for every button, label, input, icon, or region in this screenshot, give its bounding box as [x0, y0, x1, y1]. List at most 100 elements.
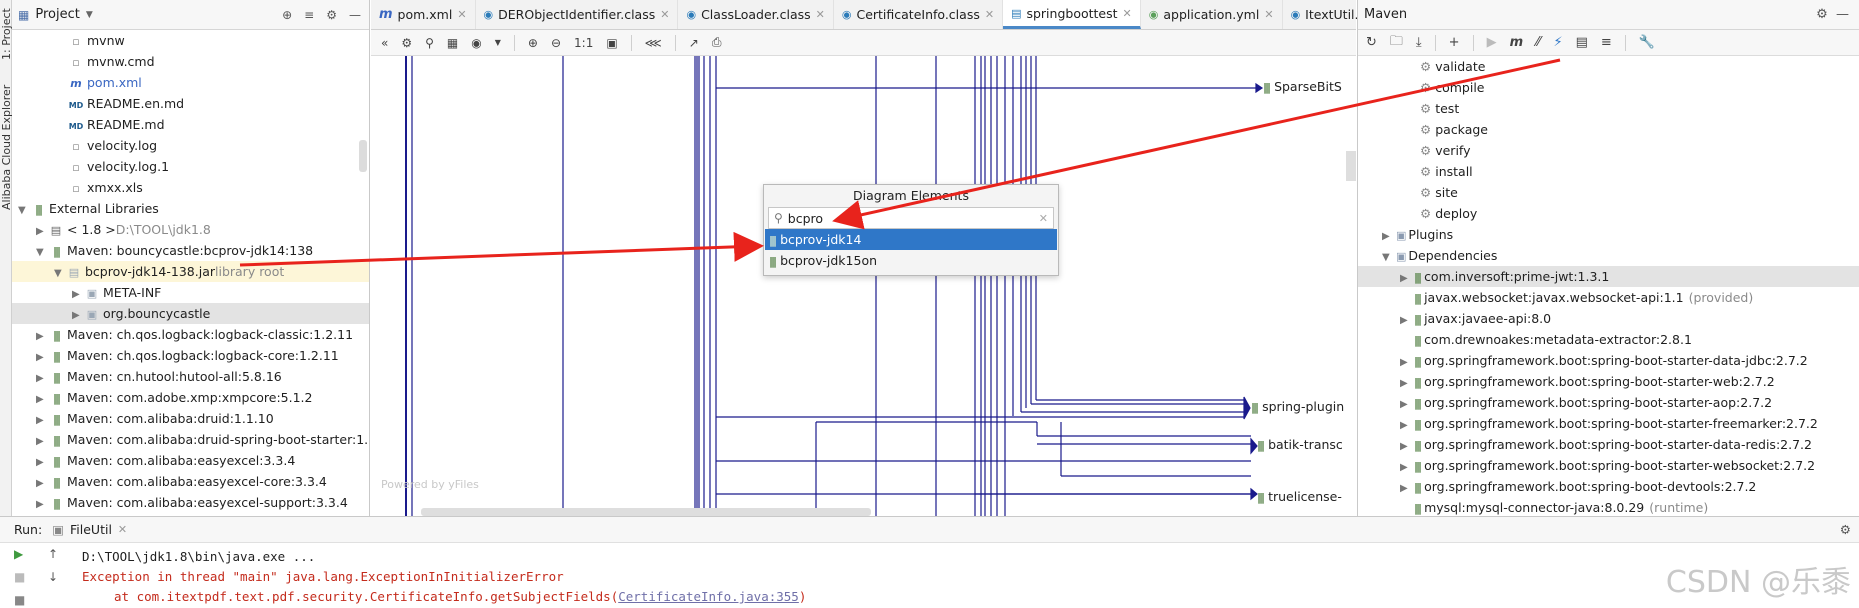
chevron-down-icon[interactable]: ▼ — [54, 263, 66, 284]
maven-dependency-item[interactable]: ▶ ||| org.springframework.boot:spring-boot… — [1358, 413, 1859, 434]
chevron-right-icon[interactable]: ▶ — [36, 431, 48, 452]
diagram-canvas[interactable]: ||| SparseBitS ||| spring-plugin ||| batik-… — [371, 56, 1356, 516]
project-tree-item[interactable]: ▶ ▣ org.bouncycastle — [12, 303, 369, 324]
maven-dependencies-node[interactable]: ▼ ▣ Dependencies — [1358, 245, 1859, 266]
share-icon[interactable]: ⋘ — [645, 36, 662, 50]
project-panel-title[interactable]: Project — [35, 7, 79, 22]
editor-tab[interactable]: ◉ DERObjectIdentifier.class ✕ — [476, 0, 679, 29]
close-icon[interactable]: ✕ — [1264, 8, 1273, 21]
close-icon[interactable]: ✕ — [1123, 7, 1132, 20]
hierarchy-icon[interactable]: ⚙ — [401, 36, 412, 50]
maven-dependency-item[interactable]: ▶ ||| org.springframework.boot:spring-boot… — [1358, 371, 1859, 392]
arrow-up-icon[interactable]: ↑ — [48, 547, 58, 561]
actual-size-icon[interactable]: 1:1 — [574, 36, 593, 50]
chevron-right-icon[interactable]: ▶ — [1400, 373, 1414, 394]
gear-icon[interactable]: ⚙ — [326, 8, 337, 22]
clear-icon[interactable]: ✕ — [1039, 212, 1048, 225]
restore-layout-icon[interactable]: ■ — [14, 593, 25, 607]
chevron-right-icon[interactable]: ▶ — [36, 347, 48, 368]
project-tree-item[interactable]: ▫ mvnw.cmd — [12, 51, 369, 72]
chevron-right-icon[interactable]: ▶ — [1400, 310, 1414, 331]
chevron-down-icon[interactable]: ▼ — [18, 200, 30, 221]
project-tree-item[interactable]: ▶ ||| Maven: ch.qos.logback:logback-core:1… — [12, 345, 369, 366]
project-tree-item[interactable]: ▼ ||| Maven: bouncycastle:bcprov-jdk14:138 — [12, 240, 369, 261]
chevron-right-icon[interactable]: ▶ — [1382, 226, 1396, 247]
project-tree-item[interactable]: MD README.md — [12, 114, 369, 135]
project-tree-item[interactable]: ▶ ||| Maven: com.alibaba:druid:1.1.10 — [12, 408, 369, 429]
zoom-out-icon[interactable]: ⊖ — [551, 36, 561, 50]
maven-goal-icon[interactable]: m — [1510, 35, 1524, 50]
chevron-right-icon[interactable]: ▶ — [1400, 268, 1414, 289]
zoom-in-icon[interactable]: ⊕ — [528, 36, 538, 50]
diagram-node[interactable]: ||| truelicense- — [1257, 489, 1342, 504]
project-tree-item[interactable]: ▫ mvnw — [12, 30, 369, 51]
chevron-down-icon[interactable]: ▼ — [36, 242, 48, 263]
editor-tab[interactable]: ◉ application.yml ✕ — [1141, 0, 1283, 29]
skip-tests-icon[interactable]: ⚡ — [1553, 35, 1562, 50]
chevron-down-icon[interactable]: ▼ — [495, 38, 501, 47]
chevron-right-icon[interactable]: ▶ — [1400, 394, 1414, 415]
fit-content-icon[interactable]: ▣ — [606, 36, 617, 50]
popup-result-item[interactable]: ||| bcprov-jdk14 — [765, 229, 1057, 250]
arrow-down-icon[interactable]: ↓ — [48, 570, 58, 584]
collapse-icon[interactable]: « — [381, 36, 388, 50]
project-tree-item[interactable]: ▫ xmxx.xls — [12, 177, 369, 198]
project-scrollbar[interactable] — [359, 140, 367, 172]
project-tree-item[interactable]: ▶ ▣ META-INF — [12, 282, 369, 303]
export-icon[interactable]: ↗ — [689, 36, 699, 50]
maven-lifecycle-item[interactable]: ⚙ install — [1358, 161, 1859, 182]
project-tree-item[interactable]: ▶ ▤ < 1.8 >D:\TOOL\jdk1.8 — [12, 219, 369, 240]
maven-lifecycle-item[interactable]: ⚙ test — [1358, 98, 1859, 119]
maven-lifecycle-item[interactable]: ⚙ verify — [1358, 140, 1859, 161]
editor-tab[interactable]: ◉ CertificateInfo.class ✕ — [834, 0, 1004, 29]
popup-search-field[interactable]: ⚲ bcpro ✕ — [768, 207, 1054, 229]
maven-plugins-node[interactable]: ▶ ▣ Plugins — [1358, 224, 1859, 245]
project-tree-item[interactable]: ▶ ||| Maven: com.alibaba:easyexcel:3.3.4 — [12, 450, 369, 471]
diagram-node[interactable]: ||| SparseBitS — [1263, 79, 1342, 94]
maven-dependency-item[interactable]: ▶ ||| com.inversoft:prime-jwt:1.3.1 — [1358, 266, 1859, 287]
chevron-down-icon[interactable]: ▼ — [86, 10, 93, 20]
chevron-right-icon[interactable]: ▶ — [72, 305, 84, 326]
toggle-offline-icon[interactable]: ⁄⁄ — [1536, 35, 1540, 50]
project-tree-item[interactable]: m pom.xml — [12, 72, 369, 93]
hide-icon[interactable]: — — [349, 8, 361, 22]
add-icon[interactable]: + — [1449, 35, 1460, 50]
project-tree-item[interactable]: ▼ ▤ bcprov-jdk14-138.jarlibrary root — [12, 261, 369, 282]
chevron-right-icon[interactable]: ▶ — [36, 410, 48, 431]
stacktrace-link[interactable]: CertificateInfo.java:355 — [618, 589, 799, 604]
locate-icon[interactable]: ⊕ — [282, 8, 292, 22]
chevron-right-icon[interactable]: ▶ — [1400, 478, 1414, 499]
project-tree-item[interactable]: ▫ velocity.log.1 — [12, 156, 369, 177]
maven-lifecycle-item[interactable]: ⚙ package — [1358, 119, 1859, 140]
chevron-right-icon[interactable]: ▶ — [36, 221, 48, 242]
chevron-right-icon[interactable]: ▶ — [36, 389, 48, 410]
project-tree-item[interactable]: ▶ ||| Maven: cn.hutool:hutool-all:5.8.16 — [12, 366, 369, 387]
project-tree-item[interactable]: ▶ ||| Maven: com.adobe.xmp:xmpcore:5.1.2 — [12, 387, 369, 408]
close-icon[interactable]: ✕ — [457, 8, 466, 21]
close-icon[interactable]: ✕ — [985, 8, 994, 21]
run-icon[interactable]: ▶ — [1487, 35, 1497, 50]
maven-dependency-item[interactable]: ||| com.drewnoakes:metadata-extractor:2.8… — [1358, 329, 1859, 350]
reload-icon[interactable]: ↻ — [1366, 35, 1377, 50]
maven-dependency-item[interactable]: ▶ ||| org.springframework.boot:spring-boot… — [1358, 350, 1859, 371]
chevron-right-icon[interactable]: ▶ — [1400, 436, 1414, 457]
editor-tab[interactable]: ▤ springboottest ✕ — [1003, 0, 1141, 29]
project-tree-item[interactable]: ▶ ||| Maven: ch.qos.logback:logback-classi… — [12, 324, 369, 345]
diagram-vertical-scrollbar[interactable] — [1346, 151, 1356, 181]
console-output[interactable]: D:\TOOL\jdk1.8\bin\java.exe ... Exceptio… — [82, 547, 806, 607]
chevron-right-icon[interactable]: ▶ — [1400, 457, 1414, 478]
chevron-right-icon[interactable]: ▶ — [36, 452, 48, 473]
run-tab[interactable]: ▣ FileUtil ✕ — [52, 522, 127, 537]
popup-result-item[interactable]: ||| bcprov-jdk15on — [765, 250, 1057, 271]
stop-icon[interactable]: ■ — [14, 570, 25, 584]
chevron-right-icon[interactable]: ▶ — [36, 494, 48, 515]
maven-dependency-item[interactable]: ▶ ||| org.springframework.boot:spring-boot… — [1358, 476, 1859, 497]
chevron-right-icon[interactable]: ▶ — [36, 326, 48, 347]
maven-dependency-item[interactable]: ▶ ||| org.springframework.boot:spring-boot… — [1358, 434, 1859, 455]
chevron-right-icon[interactable]: ▶ — [36, 368, 48, 389]
rerun-icon[interactable]: ▶ — [14, 547, 25, 561]
editor-tab[interactable]: ◉ ClassLoader.class ✕ — [678, 0, 834, 29]
maven-dependency-item[interactable]: ||| mysql:mysql-connector-java:8.0.29 (run… — [1358, 497, 1859, 516]
gear-icon[interactable]: ⚙ — — [1816, 0, 1859, 29]
zoom-search-icon[interactable]: ⚲ — [425, 36, 434, 50]
